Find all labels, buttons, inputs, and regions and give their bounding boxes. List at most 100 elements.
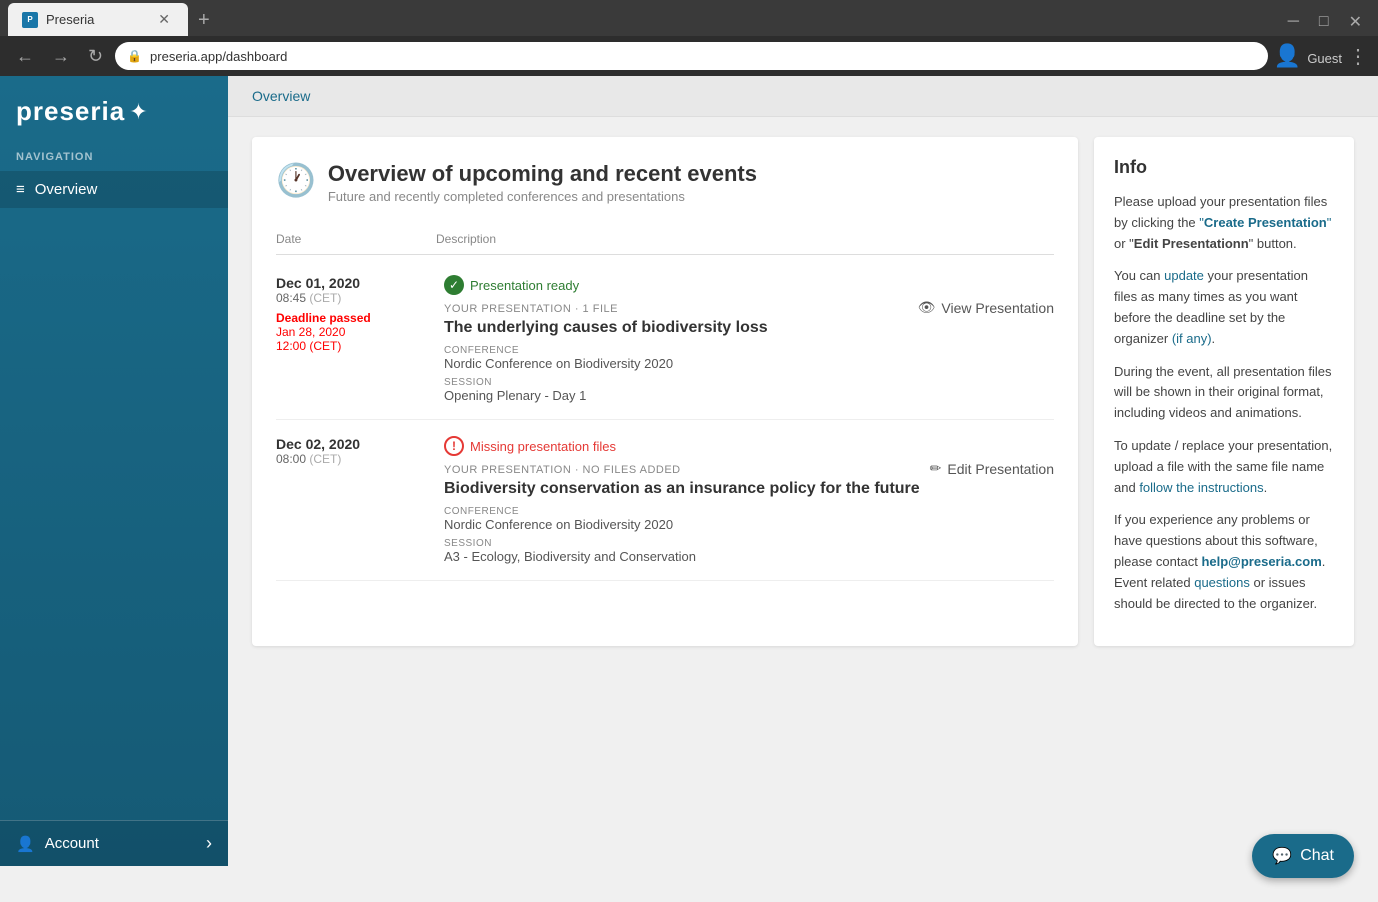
presentation-meta: YOUR PRESENTATION · 1 FILE (444, 303, 910, 315)
conference-name: Nordic Conference on Biodiversity 2020 (444, 356, 910, 371)
card-header-text: Overview of upcoming and recent events F… (328, 161, 757, 204)
view-icon: 👁 (918, 299, 936, 316)
event-action-col: 👁 View Presentation (918, 275, 1054, 403)
presentation-meta: YOUR PRESENTATION · NO FILES ADDED (444, 464, 922, 476)
sidebar-logo: preseria ✦ (0, 76, 228, 143)
back-button[interactable]: ← (10, 42, 40, 71)
card-title: Overview of upcoming and recent events (328, 161, 757, 187)
deadline-time: 12:00 (CET) (276, 339, 436, 353)
minimize-button[interactable]: ─ (1280, 8, 1307, 36)
session-label: SESSION (444, 377, 910, 388)
event-info-col: ! Missing presentation files YOUR PRESEN… (444, 436, 922, 564)
card-header: 🕐 Overview of upcoming and recent events… (276, 161, 1054, 204)
chevron-icon: › (206, 833, 212, 854)
event-time: 08:45 (CET) (276, 291, 436, 305)
event-info-col: ✓ Presentation ready YOUR PRESENTATION ·… (444, 275, 910, 403)
close-window-button[interactable]: ✕ (1341, 8, 1370, 36)
session-name: Opening Plenary - Day 1 (444, 388, 910, 403)
status-text: Missing presentation files (470, 439, 616, 454)
chat-icon: 💬 (1272, 846, 1292, 866)
table-header: Date Description (276, 224, 1054, 255)
account-label: Account (45, 835, 99, 852)
view-presentation-button[interactable]: 👁 View Presentation (918, 299, 1054, 316)
check-icon: ✓ (444, 275, 464, 295)
info-paragraph-5: If you experience any problems or have q… (1114, 510, 1334, 614)
event-action-col: ✏ Edit Presentation (930, 436, 1054, 564)
conference-label: CONFERENCE (444, 506, 922, 517)
info-paragraph-3: During the event, all presentation files… (1114, 362, 1334, 424)
logo-text: preseria (16, 96, 125, 127)
presentation-title: Biodiversity conservation as an insuranc… (444, 480, 922, 498)
conference-name: Nordic Conference on Biodiversity 2020 (444, 517, 922, 532)
table-row: Dec 02, 2020 08:00 (CET) ! Missing prese… (276, 420, 1054, 581)
info-panel: Info Please upload your presentation fil… (1094, 137, 1354, 646)
edit-presentation-button[interactable]: ✏ Edit Presentation (930, 460, 1054, 477)
new-tab-button[interactable]: + (188, 5, 220, 36)
clock-icon: 🕐 (276, 161, 316, 199)
breadcrumb: Overview (228, 76, 1378, 117)
lock-icon: 🔒 (127, 49, 142, 63)
support-email[interactable]: help@preseria.com (1201, 554, 1321, 569)
view-label: View Presentation (941, 300, 1054, 316)
refresh-button[interactable]: ↻ (82, 42, 109, 71)
chat-label: Chat (1300, 847, 1334, 865)
overview-icon: ≡ (16, 181, 25, 198)
deadline-date: Jan 28, 2020 (276, 325, 436, 339)
sidebar-account[interactable]: 👤 Account › (0, 820, 228, 866)
sidebar-item-label: Overview (35, 181, 98, 198)
event-date-main: Dec 01, 2020 (276, 275, 436, 291)
status-badge: ✓ Presentation ready (444, 275, 910, 295)
conference-label: CONFERENCE (444, 345, 910, 356)
event-date-col: Dec 01, 2020 08:45 (CET) Deadline passed… (276, 275, 436, 403)
presentation-title: The underlying causes of biodiversity lo… (444, 319, 910, 337)
sidebar-spacer (0, 210, 228, 820)
profile-icon: 👤 (1274, 43, 1301, 68)
address-bar[interactable]: 🔒 preseria.app/dashboard (115, 42, 1268, 70)
deadline-label: Deadline passed (276, 311, 436, 325)
edit-label: Edit Presentation (947, 461, 1054, 477)
maximize-button[interactable]: □ (1311, 8, 1337, 36)
create-presentation-link[interactable]: Create Presentation (1204, 215, 1327, 230)
url-text: preseria.app/dashboard (150, 49, 1256, 64)
content-area: 🕐 Overview of upcoming and recent events… (228, 117, 1378, 666)
profile-button[interactable]: 👤 Guest (1274, 43, 1342, 69)
event-time: 08:00 (CET) (276, 452, 436, 466)
col-date-header: Date (276, 232, 436, 246)
window-controls: ─ □ ✕ (1280, 8, 1370, 36)
tab-bar: P Preseria ✕ + ─ □ ✕ (0, 0, 1378, 36)
main-content: Overview 🕐 Overview of upcoming and rece… (228, 76, 1378, 866)
info-paragraph-4: To update / replace your presentation, u… (1114, 436, 1334, 498)
tab-close-button[interactable]: ✕ (154, 9, 174, 30)
sidebar-item-overview[interactable]: ≡ Overview (0, 171, 228, 208)
chat-button[interactable]: 💬 Chat (1252, 834, 1354, 878)
overview-card: 🕐 Overview of upcoming and recent events… (252, 137, 1078, 646)
edit-icon: ✏ (930, 460, 942, 477)
info-paragraph-1: Please upload your presentation files by… (1114, 192, 1334, 254)
col-desc-header: Description (436, 232, 1054, 246)
tab-favicon: P (22, 12, 38, 28)
info-paragraph-2: You can update your presentation files a… (1114, 266, 1334, 349)
warning-icon: ! (444, 436, 464, 456)
address-bar-row: ← → ↻ 🔒 preseria.app/dashboard 👤 Guest ⋮ (0, 36, 1378, 76)
breadcrumb-text: Overview (252, 88, 310, 104)
account-icon: 👤 (16, 835, 35, 853)
session-name: A3 - Ecology, Biodiversity and Conservat… (444, 549, 922, 564)
edit-presentation-link[interactable]: Edit Presentationn (1134, 236, 1249, 251)
status-text: Presentation ready (470, 278, 579, 293)
profile-label: Guest (1307, 51, 1342, 66)
session-label: SESSION (444, 538, 922, 549)
card-subtitle: Future and recently completed conference… (328, 189, 757, 204)
browser-menu-button[interactable]: ⋮ (1348, 44, 1368, 69)
sidebar-nav-label: NAVIGATION (0, 143, 228, 169)
tab-title: Preseria (46, 12, 94, 27)
forward-button[interactable]: → (46, 42, 76, 71)
active-tab[interactable]: P Preseria ✕ (8, 3, 188, 36)
sidebar: preseria ✦ NAVIGATION ≡ Overview 👤 Accou… (0, 76, 228, 866)
status-badge: ! Missing presentation files (444, 436, 922, 456)
logo-icon: ✦ (129, 99, 147, 125)
app-layout: preseria ✦ NAVIGATION ≡ Overview 👤 Accou… (0, 76, 1378, 866)
info-title: Info (1114, 157, 1334, 178)
event-date-col: Dec 02, 2020 08:00 (CET) (276, 436, 436, 564)
table-row: Dec 01, 2020 08:45 (CET) Deadline passed… (276, 259, 1054, 420)
event-date-main: Dec 02, 2020 (276, 436, 436, 452)
